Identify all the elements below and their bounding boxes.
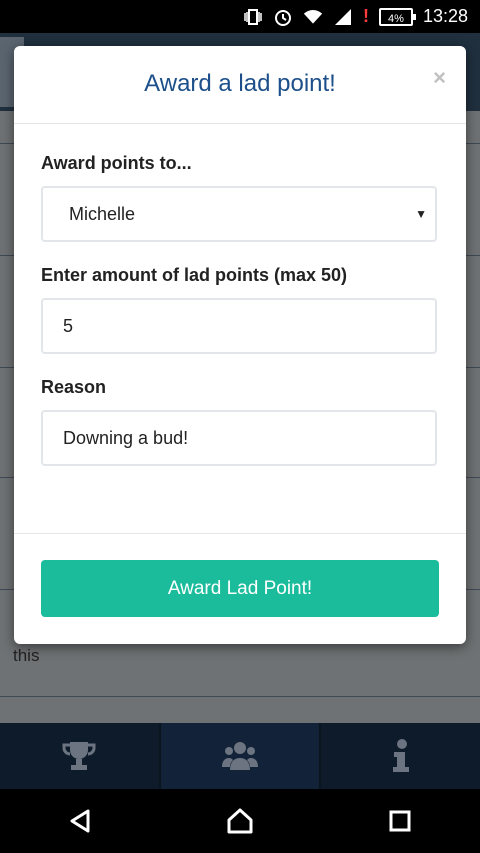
recents-icon: [389, 810, 411, 832]
dialog-title: Award a lad point!: [144, 70, 336, 97]
reason-input[interactable]: Downing a bud!: [41, 410, 437, 466]
recipient-value: Michelle: [69, 203, 136, 224]
alarm-icon: [274, 9, 291, 26]
home-button[interactable]: [220, 801, 260, 841]
system-nav-bar: [0, 789, 480, 853]
home-icon: [227, 808, 253, 834]
alert-icon: !: [362, 6, 369, 26]
vibrate-icon: [244, 8, 262, 25]
reason-label: Reason: [41, 377, 107, 397]
info-icon: [392, 739, 409, 772]
status-bar: ! 4% 13:28: [0, 0, 480, 33]
recipient-select[interactable]: Michelle ▼: [41, 186, 437, 242]
background-text: this: [13, 646, 40, 665]
list-item: [0, 696, 480, 697]
dialog-header: Award a lad point! ×: [14, 46, 466, 124]
reason-value: Downing a bud!: [63, 427, 189, 448]
amount-value: 5: [63, 315, 74, 336]
footer-divider: [14, 533, 466, 534]
back-icon: [70, 809, 90, 833]
trophy-icon: [62, 742, 96, 770]
tab-info[interactable]: [321, 723, 480, 789]
back-button[interactable]: [60, 801, 100, 841]
amount-input[interactable]: 5: [41, 298, 437, 354]
tab-trophy[interactable]: [0, 723, 161, 789]
signal-icon: [334, 8, 351, 25]
users-icon: [222, 742, 258, 770]
battery-icon: 4%: [378, 7, 416, 26]
award-submit-button[interactable]: Award Lad Point!: [41, 560, 439, 617]
status-time: 13:28: [422, 6, 468, 26]
dropdown-caret-icon: ▼: [415, 207, 427, 221]
award-dialog: Award a lad point! × Award points to... …: [14, 46, 466, 644]
tab-users[interactable]: [160, 723, 322, 789]
wifi-icon: [303, 9, 323, 24]
close-button[interactable]: ×: [433, 65, 446, 91]
recents-button[interactable]: [380, 801, 420, 841]
amount-label: Enter amount of lad points (max 50): [41, 265, 348, 285]
recipient-label: Award points to...: [41, 153, 192, 173]
bottom-tab-bar: [0, 723, 480, 789]
